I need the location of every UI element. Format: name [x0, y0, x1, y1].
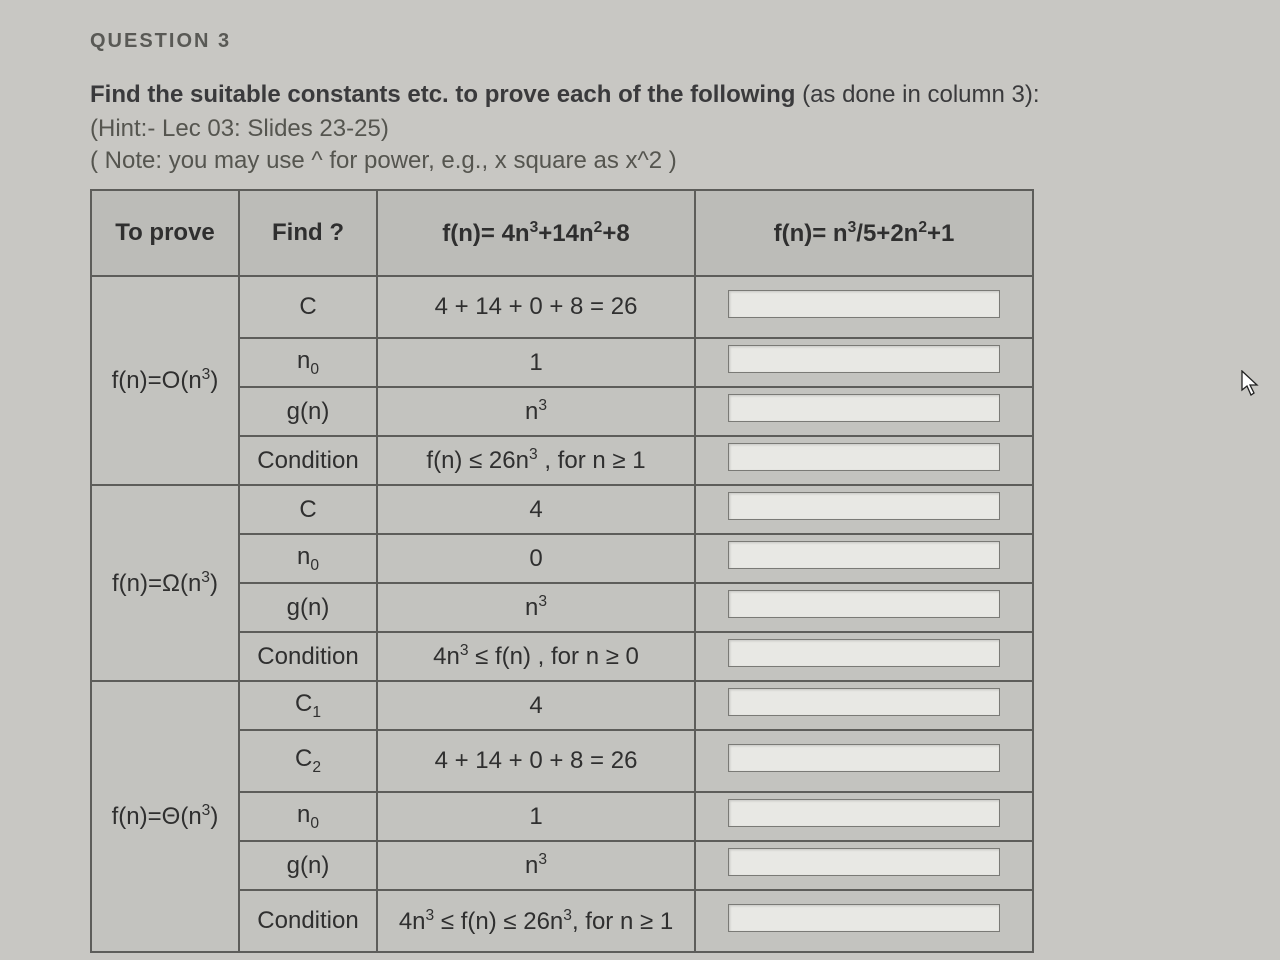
- example-value-cell: 4n3 ≤ f(n) ≤ 26n3, for n ≥ 1: [377, 890, 695, 952]
- find-cell: Condition: [239, 632, 377, 681]
- answer-input[interactable]: [728, 394, 1000, 422]
- question-page: QUESTION 3 Find the suitable constants e…: [0, 0, 1280, 953]
- find-cell: n0: [239, 534, 377, 583]
- find-cell: C: [239, 485, 377, 534]
- answer-cell: [695, 534, 1033, 583]
- find-cell: g(n): [239, 583, 377, 632]
- answer-cell: [695, 387, 1033, 436]
- example-value-cell: 4: [377, 485, 695, 534]
- answer-input[interactable]: [728, 904, 1000, 932]
- answer-input[interactable]: [728, 688, 1000, 716]
- hint-text: (Hint:- Lec 03: Slides 23-25): [90, 115, 1190, 143]
- header-f1: f(n)= 4n3+14n2+8: [377, 190, 695, 276]
- example-value-cell: 0: [377, 534, 695, 583]
- header-to-prove: To prove: [91, 190, 239, 276]
- find-cell: g(n): [239, 387, 377, 436]
- table-row: f(n)=Θ(n3)C14: [91, 681, 1033, 730]
- example-value-cell: n3: [377, 387, 695, 436]
- answer-cell: [695, 276, 1033, 338]
- answer-input[interactable]: [728, 744, 1000, 772]
- example-value-cell: 4 + 14 + 0 + 8 = 26: [377, 276, 695, 338]
- answer-input[interactable]: [728, 541, 1000, 569]
- example-value-cell: 1: [377, 792, 695, 841]
- prompt-bold: Find the suitable constants etc. to prov…: [90, 81, 795, 108]
- answer-cell: [695, 436, 1033, 485]
- find-cell: Condition: [239, 436, 377, 485]
- prompt-rest: (as done in column 3):: [795, 81, 1039, 108]
- table-header-row: To prove Find ? f(n)= 4n3+14n2+8 f(n)= n…: [91, 190, 1033, 276]
- table-row: f(n)=Ω(n3)C4: [91, 485, 1033, 534]
- example-value-cell: 4 + 14 + 0 + 8 = 26: [377, 730, 695, 792]
- header-f2: f(n)= n3/5+2n2+1: [695, 190, 1033, 276]
- answer-input[interactable]: [728, 492, 1000, 520]
- answer-input[interactable]: [728, 639, 1000, 667]
- question-prompt: Find the suitable constants etc. to prov…: [90, 81, 1190, 109]
- find-cell: g(n): [239, 841, 377, 890]
- header-find: Find ?: [239, 190, 377, 276]
- answer-cell: [695, 485, 1033, 534]
- answer-cell: [695, 730, 1033, 792]
- prove-cell: f(n)=Θ(n3): [91, 681, 239, 952]
- find-cell: n0: [239, 792, 377, 841]
- example-value-cell: f(n) ≤ 26n3 , for n ≥ 1: [377, 436, 695, 485]
- answer-cell: [695, 792, 1033, 841]
- answer-cell: [695, 890, 1033, 952]
- answer-input[interactable]: [728, 799, 1000, 827]
- note-text: ( Note: you may use ^ for power, e.g., x…: [90, 147, 1190, 175]
- find-cell: C2: [239, 730, 377, 792]
- find-cell: n0: [239, 338, 377, 387]
- find-cell: Condition: [239, 890, 377, 952]
- answer-cell: [695, 632, 1033, 681]
- example-value-cell: 4n3 ≤ f(n) , for n ≥ 0: [377, 632, 695, 681]
- example-value-cell: 1: [377, 338, 695, 387]
- example-value-cell: 4: [377, 681, 695, 730]
- prove-cell: f(n)=O(n3): [91, 276, 239, 485]
- question-number: QUESTION 3: [90, 30, 1190, 53]
- answer-cell: [695, 338, 1033, 387]
- answer-cell: [695, 681, 1033, 730]
- answer-cell: [695, 841, 1033, 890]
- answer-input[interactable]: [728, 590, 1000, 618]
- example-value-cell: n3: [377, 841, 695, 890]
- answer-input[interactable]: [728, 345, 1000, 373]
- table-row: f(n)=O(n3)C4 + 14 + 0 + 8 = 26: [91, 276, 1033, 338]
- proof-table: To prove Find ? f(n)= 4n3+14n2+8 f(n)= n…: [90, 189, 1034, 953]
- answer-cell: [695, 583, 1033, 632]
- example-value-cell: n3: [377, 583, 695, 632]
- answer-input[interactable]: [728, 848, 1000, 876]
- find-cell: C: [239, 276, 377, 338]
- prove-cell: f(n)=Ω(n3): [91, 485, 239, 681]
- answer-input[interactable]: [728, 443, 1000, 471]
- answer-input[interactable]: [728, 290, 1000, 318]
- find-cell: C1: [239, 681, 377, 730]
